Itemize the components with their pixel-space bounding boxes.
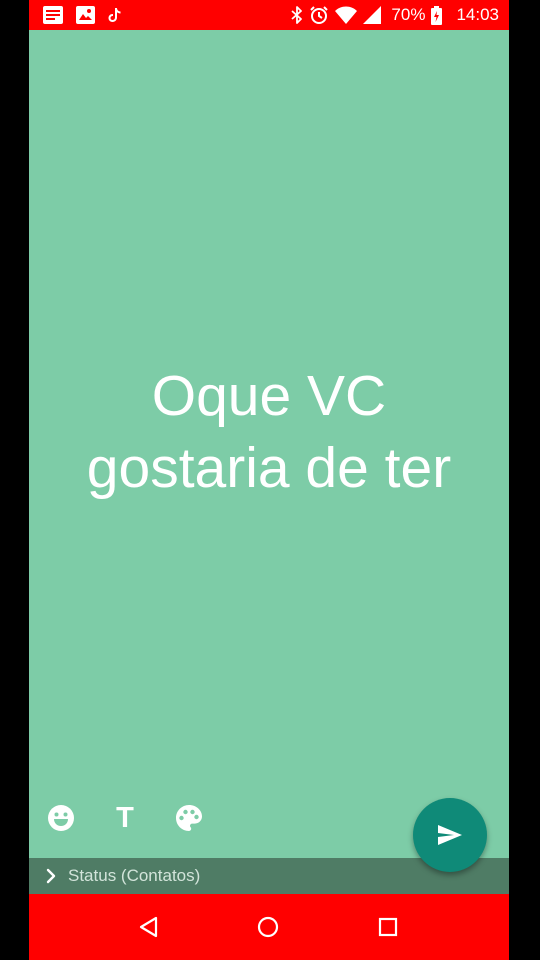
emoji-icon[interactable] (45, 802, 77, 834)
send-button[interactable] (413, 798, 487, 872)
battery-percent: 70% (391, 5, 426, 24)
status-bar: 70% 14:03 (29, 0, 509, 30)
status-text-line: gostaria de ter (86, 436, 452, 500)
wifi-icon (335, 6, 358, 24)
notification-icons (43, 5, 122, 25)
navigation-bar (29, 894, 509, 960)
status-composer-canvas[interactable]: Oque VC gostaria de ter T (29, 30, 509, 858)
tiktok-icon (108, 7, 122, 23)
gallery-icon (76, 6, 95, 24)
composer-tools: T (45, 802, 237, 834)
palette-icon[interactable] (173, 802, 205, 834)
home-icon[interactable] (250, 909, 286, 945)
bluetooth-icon (291, 6, 303, 24)
system-icons: 70% 14:03 (291, 5, 499, 25)
news-icon (43, 6, 63, 24)
screen: 70% 14:03 Oque VC gostaria de ter T Stat… (0, 0, 540, 960)
clock: 14:03 (456, 5, 499, 24)
back-icon[interactable] (131, 909, 167, 945)
signal-icon (363, 6, 382, 24)
battery-icon (431, 5, 443, 25)
chevron-right-icon (46, 866, 60, 886)
status-text[interactable]: Oque VC gostaria de ter (29, 360, 509, 504)
text-style-icon[interactable]: T (109, 802, 141, 834)
alarm-icon (309, 5, 329, 25)
audience-label: Status (Contatos) (68, 866, 201, 885)
send-icon (436, 823, 464, 847)
recents-icon[interactable] (370, 909, 406, 945)
status-text-line: Oque VC (151, 364, 387, 428)
